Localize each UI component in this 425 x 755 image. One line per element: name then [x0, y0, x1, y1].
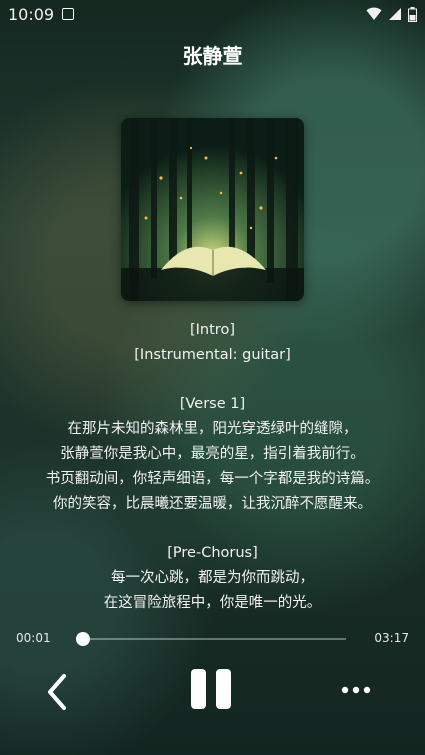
more-horizontal-icon	[341, 686, 371, 694]
lyric-line: [Verse 1]	[179, 396, 246, 413]
nav-bar	[0, 730, 425, 755]
song-title: 张静萱	[182, 44, 243, 68]
lyric-spacer	[0, 368, 425, 393]
lyric-line: 张静萱你是我心中，最亮的星，指引着我前行。	[60, 445, 365, 462]
lyric-line: 每一次心跳，都是为你而跳动，	[111, 569, 314, 586]
lyric-line: [Instrumental: guitar]	[134, 346, 291, 363]
status-time: 10:09	[8, 4, 55, 24]
current-time: 00:01	[16, 631, 51, 645]
lyric-line: 在那片未知的森林里，阳光穿透绿叶的缝隙，	[67, 421, 358, 438]
lyric-spacer	[0, 516, 425, 541]
lyric-line: 你的笑容，比晨曦还要温暖，让我沉醉不愿醒来。	[53, 495, 372, 512]
album-art	[121, 118, 304, 301]
seek-bar[interactable]	[75, 632, 346, 646]
pause-button[interactable]	[189, 666, 235, 712]
lyric-line: [Intro]	[190, 322, 235, 338]
battery-icon	[408, 6, 417, 22]
notification-icon	[62, 8, 75, 20]
total-time: 03:17	[374, 631, 409, 645]
pause-icon	[191, 669, 231, 709]
lyrics-panel: [Intro] [Instrumental: guitar] [Verse 1]…	[0, 318, 425, 616]
chevron-left-icon	[48, 674, 66, 710]
more-button[interactable]	[338, 678, 374, 702]
lyric-line: [Pre-Chorus]	[167, 545, 258, 562]
signal-icon	[389, 8, 401, 20]
seek-thumb[interactable]	[75, 632, 90, 646]
lyric-line: 书页翻动间，你轻声细语，每一个字都是我的诗篇。	[45, 470, 380, 487]
playback-controls	[0, 666, 425, 716]
status-bar: 10:09	[0, 0, 425, 28]
wifi-icon	[366, 7, 382, 20]
lyric-line: 在这冒险旅程中，你是唯一的光。	[103, 594, 322, 611]
back-button[interactable]	[40, 670, 76, 714]
progress-row: 00:01 03:17	[0, 628, 425, 650]
